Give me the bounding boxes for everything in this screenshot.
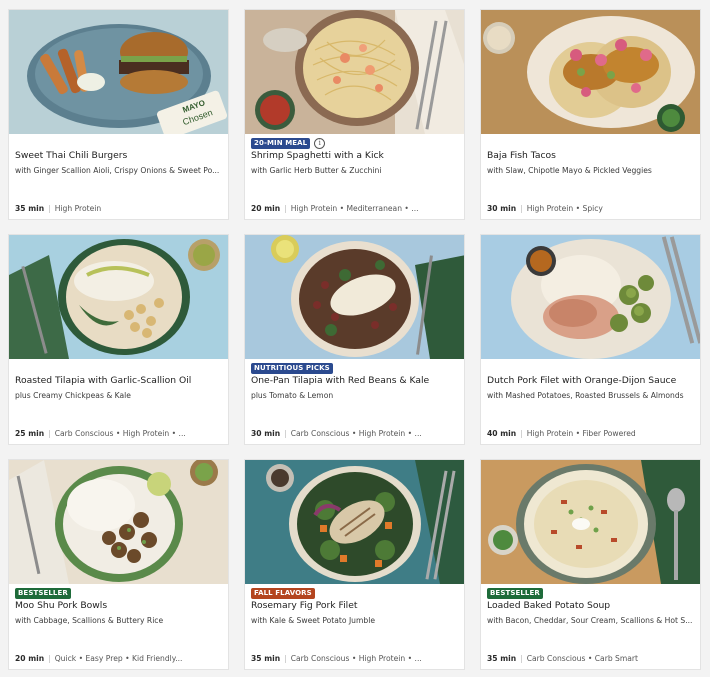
recipe-subtitle: with Slaw, Chipotle Mayo & Pickled Veggi… <box>487 166 652 175</box>
prep-time: 30 min <box>487 204 517 213</box>
recipe-title[interactable]: Rosemary Fig Pork Filet <box>251 600 458 612</box>
recipe-title[interactable]: Moo Shu Pork Bowls <box>15 600 222 612</box>
recipe-meta: 20 min | High Protein • Mediterranean • ..… <box>251 204 458 214</box>
badge-row: FALL FLAVORS <box>251 587 458 600</box>
meta-divider: | <box>520 204 523 213</box>
recipe-subtitle: with Garlic Herb Butter & Zucchini <box>251 166 382 175</box>
recipe-title[interactable]: Loaded Baked Potato Soup <box>487 600 694 612</box>
badge-row: 20-MIN MEAL i <box>251 137 458 150</box>
recipe-card[interactable]: Chosen MAYO Sweet Thai Chili Burgers wit… <box>8 9 229 220</box>
recipe-meta: 30 min | Carb Conscious • High Protein • .… <box>251 429 458 439</box>
meta-divider: | <box>48 429 51 438</box>
recipe-meta: 35 min | Carb Conscious • High Protein • .… <box>251 654 458 664</box>
recipe-photo[interactable] <box>9 460 228 584</box>
badge-row <box>487 362 694 375</box>
recipe-subtitle: with Cabbage, Scallions & Buttery Rice <box>15 616 164 625</box>
recipe-card[interactable]: Dutch Pork Filet with Orange-Dijon Sauce… <box>480 234 701 445</box>
badge-row: BESTSELLER <box>15 587 222 600</box>
recipe-tags: Quick • Easy Prep • Kid Friendly... <box>54 654 183 663</box>
recipe-subtitle: plus Tomato & Lemon <box>251 391 334 400</box>
recipe-subtitle: with Bacon, Cheddar, Sour Cream, Scallio… <box>487 616 693 625</box>
recipe-meta: 25 min | Carb Conscious • High Protein • .… <box>15 429 222 439</box>
recipe-card[interactable]: FALL FLAVORS Rosemary Fig Pork Filet wit… <box>244 459 465 670</box>
prep-time: 20 min <box>15 654 45 663</box>
recipe-card[interactable]: Baja Fish Tacos with Slaw, Chipotle Mayo… <box>480 9 701 220</box>
meta-divider: | <box>284 204 287 213</box>
recipe-photo[interactable] <box>9 235 228 359</box>
prep-time: 20 min <box>251 204 281 213</box>
recipe-card[interactable]: NUTRITIOUS PICKS One-Pan Tilapia with Re… <box>244 234 465 445</box>
recipe-title[interactable]: Sweet Thai Chili Burgers <box>15 150 222 162</box>
prep-time: 30 min <box>251 429 281 438</box>
recipe-card[interactable]: Roasted Tilapia with Garlic-Scallion Oil… <box>8 234 229 445</box>
meta-divider: | <box>520 654 523 663</box>
meta-divider: | <box>48 654 51 663</box>
recipe-meta: 30 min | High Protein • Spicy <box>487 204 694 214</box>
recipe-subtitle: with Kale & Sweet Potato Jumble <box>251 616 375 625</box>
recipe-tags: Carb Conscious • Carb Smart <box>526 654 639 663</box>
badge-row: NUTRITIOUS PICKS <box>251 362 458 375</box>
recipe-tags: High Protein • Fiber Powered <box>526 429 636 438</box>
recipe-tags: Carb Conscious • High Protein • ... <box>290 654 422 663</box>
bestseller-badge: BESTSELLER <box>487 588 543 599</box>
meta-divider: | <box>520 429 523 438</box>
recipe-tags: Carb Conscious • High Protein • ... <box>290 429 422 438</box>
meta-divider: | <box>284 429 287 438</box>
prep-time: 25 min <box>15 429 45 438</box>
recipe-photo[interactable] <box>245 460 464 584</box>
prep-time: 35 min <box>251 654 281 663</box>
recipe-tags: High Protein • Mediterranean • ... <box>290 204 419 213</box>
info-icon[interactable]: i <box>314 138 326 149</box>
badge-row <box>487 137 694 150</box>
recipe-tags: Carb Conscious • High Protein • ... <box>54 429 186 438</box>
recipe-title[interactable]: One-Pan Tilapia with Red Beans & Kale <box>251 375 458 387</box>
recipe-tags: High Protein • Spicy <box>526 204 603 213</box>
prep-time: 40 min <box>487 429 517 438</box>
badge-row: BESTSELLER <box>487 587 694 600</box>
recipe-photo[interactable] <box>245 10 464 134</box>
badge-row <box>15 137 222 150</box>
badge-row <box>15 362 222 375</box>
twenty-min-meal-badge: 20-MIN MEAL <box>251 138 311 149</box>
recipe-meta: 40 min | High Protein • Fiber Powered <box>487 429 694 439</box>
recipe-meta: 35 min | Carb Conscious • Carb Smart <box>487 654 694 664</box>
recipe-photo[interactable] <box>245 235 464 359</box>
recipe-photo[interactable] <box>481 235 700 359</box>
recipe-meta: 20 min | Quick • Easy Prep • Kid Friendly.… <box>15 654 222 664</box>
recipe-photo[interactable]: Chosen MAYO <box>9 10 228 134</box>
prep-time: 35 min <box>487 654 517 663</box>
recipe-title[interactable]: Dutch Pork Filet with Orange-Dijon Sauce <box>487 375 694 387</box>
recipe-subtitle: with Ginger Scallion Aioli, Crispy Onion… <box>15 166 220 175</box>
recipe-grid: Chosen MAYO Sweet Thai Chili Burgers wit… <box>0 0 710 677</box>
recipe-tags: High Protein <box>54 204 102 213</box>
recipe-meta: 35 min | High Protein <box>15 204 222 214</box>
recipe-photo[interactable] <box>481 460 700 584</box>
prep-time: 35 min <box>15 204 45 213</box>
recipe-card[interactable]: BESTSELLER Loaded Baked Potato Soup with… <box>480 459 701 670</box>
recipe-subtitle: plus Creamy Chickpeas & Kale <box>15 391 131 400</box>
recipe-title[interactable]: Shrimp Spaghetti with a Kick <box>251 150 458 162</box>
recipe-title[interactable]: Baja Fish Tacos <box>487 150 694 162</box>
fall-flavors-badge: FALL FLAVORS <box>251 588 315 599</box>
meta-divider: | <box>48 204 51 213</box>
recipe-photo[interactable] <box>481 10 700 134</box>
bestseller-badge: BESTSELLER <box>15 588 71 599</box>
recipe-subtitle: with Mashed Potatoes, Roasted Brussels &… <box>487 391 684 400</box>
meta-divider: | <box>284 654 287 663</box>
recipe-card[interactable]: BESTSELLER Moo Shu Pork Bowls with Cabba… <box>8 459 229 670</box>
recipe-title[interactable]: Roasted Tilapia with Garlic-Scallion Oil <box>15 375 222 387</box>
recipe-card[interactable]: 20-MIN MEAL i Shrimp Spaghetti with a Ki… <box>244 9 465 220</box>
nutritious-picks-badge: NUTRITIOUS PICKS <box>251 363 333 374</box>
